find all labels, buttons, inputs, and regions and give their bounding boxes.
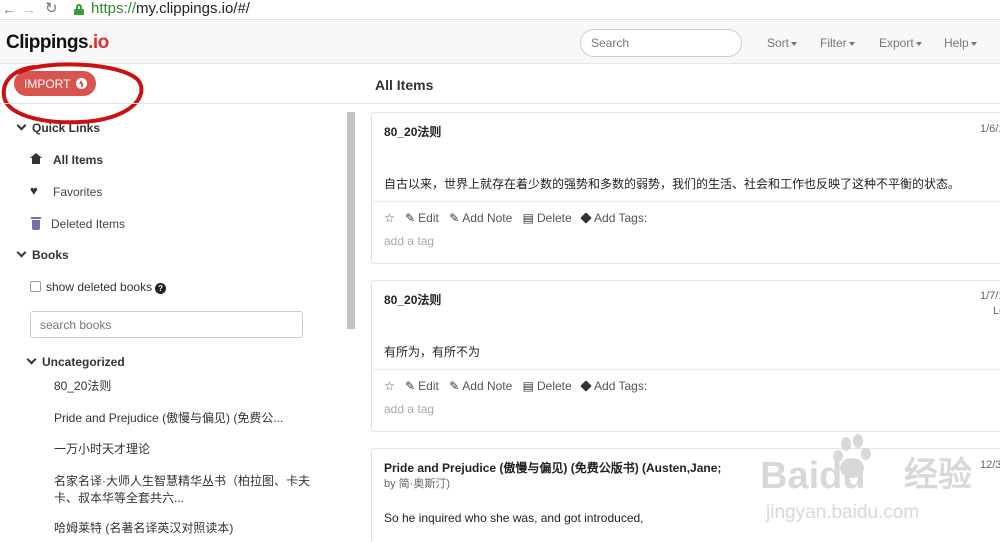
chevron-down-icon xyxy=(26,354,37,365)
add-tag-input[interactable]: add a tag xyxy=(384,402,434,416)
card-actions: ☆ ✎ Edit ✎ Add Note ▤ Delete Add Tags: xyxy=(384,211,654,225)
address-field[interactable]: https://my.clippings.io/#/ xyxy=(91,0,250,18)
divider xyxy=(372,369,1000,370)
card-actions: ☆ ✎ Edit ✎ Add Note ▤ Delete Add Tags: xyxy=(384,379,654,393)
note-icon: ✎ xyxy=(449,379,460,393)
app-header: Clippings.io Sort Filter Export Help xyxy=(0,21,1000,64)
caret-down-icon xyxy=(970,41,977,46)
sort-menu[interactable]: Sort xyxy=(767,36,798,50)
card-title[interactable]: 80_20法则 xyxy=(384,123,441,140)
card-date: 1/7/15 xyxy=(980,290,1000,302)
quick-links-heading[interactable]: Quick Links xyxy=(14,120,100,135)
add-tags-label: Add Tags: xyxy=(580,211,647,225)
brand-logo[interactable]: Clippings.io xyxy=(6,32,109,54)
add-tag-input[interactable]: add a tag xyxy=(384,234,434,248)
card-title[interactable]: 80_20法则 xyxy=(384,291,441,308)
sidebar-item-deleted[interactable]: Deleted Items xyxy=(51,217,125,231)
import-button[interactable]: IMPORT xyxy=(14,71,96,96)
card-text: 自古以来，世界上就存在着少数的强势和多数的弱势，我们的生活、社会和工作也反映了这… xyxy=(384,177,961,191)
home-icon-body xyxy=(32,158,40,164)
divider xyxy=(0,103,1000,104)
delete-button[interactable]: ▤ Delete xyxy=(523,379,572,393)
upload-arrow-icon xyxy=(76,78,87,89)
card-date: 1/6/1 xyxy=(980,123,1000,135)
trash-icon-lid xyxy=(31,217,41,219)
card-text: 有所为，有所不为 xyxy=(384,345,481,359)
show-deleted-label: show deleted books? xyxy=(46,280,167,294)
sidebar-item-favorites[interactable]: Favorites xyxy=(53,185,102,199)
clipping-card: 80_20法则 1/7/15 Lo 有所为，有所不为 ☆ ✎Edit ✎Add … xyxy=(371,280,1000,432)
delete-button[interactable]: ▤ Delete xyxy=(523,211,572,225)
back-arrow-icon[interactable]: ← xyxy=(2,1,16,17)
browser-url-bar: ← → ↻ https://my.clippings.io/#/ xyxy=(0,0,1000,20)
books-heading[interactable]: Books xyxy=(14,247,69,262)
book-item[interactable]: 80_20法则 xyxy=(54,378,324,395)
lock-icon xyxy=(74,4,84,15)
card-date: 12/3/1 xyxy=(980,459,1000,471)
caret-down-icon xyxy=(848,41,855,46)
help-menu[interactable]: Help xyxy=(944,36,977,50)
add-note-button[interactable]: ✎ Add Note xyxy=(449,211,512,225)
card-location: Lo xyxy=(993,305,1000,317)
book-item[interactable]: 名家名译·大师人生智慧精华丛书（柏拉图、卡夫卡、叔本华等全套共六... xyxy=(54,473,324,507)
uncategorized-heading[interactable]: Uncategorized xyxy=(26,354,125,369)
add-tags-label: Add Tags: xyxy=(580,379,647,393)
favorite-star-icon[interactable]: ☆ xyxy=(384,379,395,393)
note-icon: ✎ xyxy=(449,211,460,225)
book-item[interactable]: Pride and Prejudice (傲慢与偏见) (免费公... xyxy=(54,410,324,427)
search-books-input[interactable] xyxy=(30,311,303,338)
filter-menu[interactable]: Filter xyxy=(820,36,855,50)
chevron-down-icon xyxy=(16,120,27,131)
card-title[interactable]: Pride and Prejudice (傲慢与偏见) (免费公版书) (Aus… xyxy=(384,459,721,476)
caret-down-icon xyxy=(915,41,922,46)
trash-icon xyxy=(32,220,40,230)
pencil-icon: ✎ xyxy=(405,211,416,225)
tag-icon xyxy=(580,212,592,224)
card-author: by 简·奥斯汀) xyxy=(384,478,450,490)
clipping-card: Pride and Prejudice (傲慢与偏见) (免费公版书) (Aus… xyxy=(371,448,1000,542)
edit-button[interactable]: ✎ Edit xyxy=(405,379,439,393)
edit-button[interactable]: ✎ Edit xyxy=(405,211,439,225)
divider xyxy=(372,201,1000,202)
trash-icon: ▤ xyxy=(522,379,534,393)
caret-down-icon xyxy=(791,41,798,46)
search-input[interactable] xyxy=(580,29,742,57)
clipping-card: 80_20法则 1/6/1 自古以来，世界上就存在着少数的强势和多数的弱势，我们… xyxy=(371,112,1000,264)
forward-arrow-icon[interactable]: → xyxy=(22,1,36,17)
export-menu[interactable]: Export xyxy=(879,36,922,50)
favorite-star-icon[interactable]: ☆ xyxy=(384,211,395,225)
trash-icon: ▤ xyxy=(522,211,534,225)
book-item[interactable]: 一万小时天才理论 xyxy=(54,441,324,458)
book-item[interactable]: 哈姆莱特 (名著名译英汉对照读本) xyxy=(54,520,324,537)
show-deleted-checkbox[interactable] xyxy=(30,281,41,292)
chevron-down-icon xyxy=(16,247,27,258)
sidebar-scrollbar[interactable] xyxy=(347,112,355,329)
sidebar-item-all-items[interactable]: All Items xyxy=(53,153,103,167)
card-text: So he inquired who she was, and got intr… xyxy=(384,511,644,525)
reload-icon[interactable]: ↻ xyxy=(45,1,58,17)
question-icon[interactable]: ? xyxy=(155,283,167,294)
page-title: All Items xyxy=(375,77,434,93)
heart-icon: ♥ xyxy=(30,183,38,198)
pencil-icon: ✎ xyxy=(405,379,416,393)
add-note-button[interactable]: ✎ Add Note xyxy=(449,379,512,393)
tag-icon xyxy=(580,380,592,392)
